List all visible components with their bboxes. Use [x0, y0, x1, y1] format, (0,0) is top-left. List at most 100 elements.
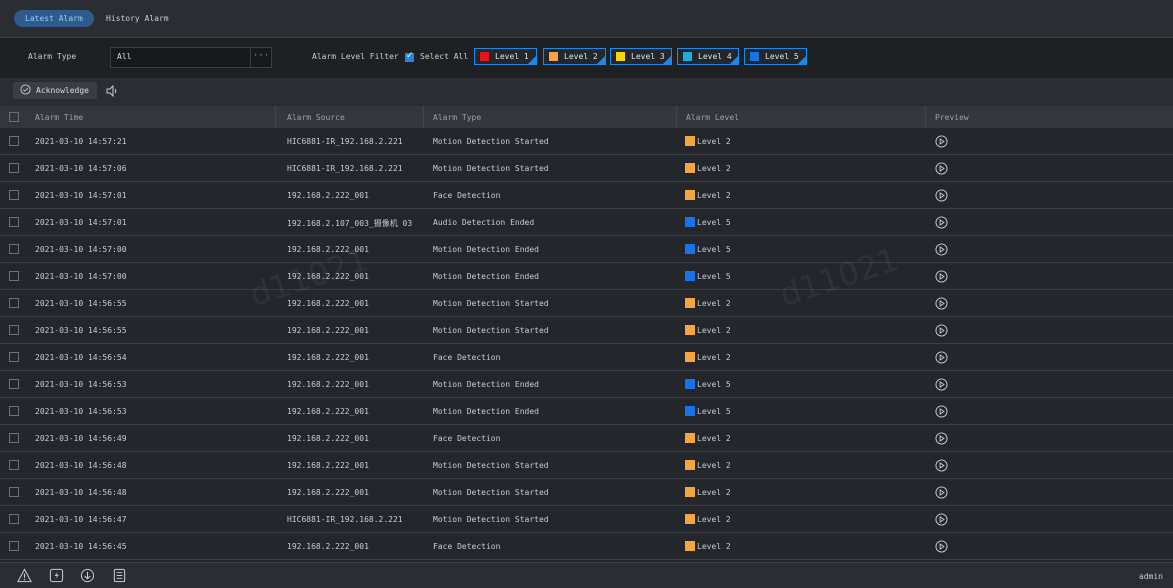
preview-icon[interactable]	[935, 540, 948, 553]
preview-icon[interactable]	[935, 432, 948, 445]
level-3-toggle[interactable]: Level 3	[610, 48, 672, 65]
alarm-time-cell: 2021-03-10 14:57:00	[35, 272, 127, 281]
alarm-type-cell: Face Detection	[433, 542, 501, 551]
level-4-toggle[interactable]: Level 4	[677, 48, 739, 65]
warning-icon[interactable]	[17, 568, 32, 583]
level-2-toggle[interactable]: Level 2	[543, 48, 606, 65]
row-checkbox[interactable]	[9, 460, 19, 470]
row-checkbox[interactable]	[9, 163, 19, 173]
preview-icon[interactable]	[935, 270, 948, 283]
preview-icon[interactable]	[935, 189, 948, 202]
column-preview[interactable]: Preview	[935, 113, 969, 122]
preview-icon[interactable]	[935, 351, 948, 364]
preview-icon[interactable]	[935, 405, 948, 418]
row-checkbox[interactable]	[9, 487, 19, 497]
table-row[interactable]: 2021-03-10 14:56:55 192.168.2.222_001 Moti…	[0, 290, 1173, 317]
column-alarm-type[interactable]: Alarm Type	[433, 113, 481, 122]
row-checkbox[interactable]	[9, 433, 19, 443]
table-row[interactable]: 2021-03-10 14:57:06 HIC6881-IR_192.168.2.…	[0, 155, 1173, 182]
row-checkbox[interactable]	[9, 190, 19, 200]
row-checkbox[interactable]	[9, 541, 19, 551]
table-row[interactable]: 2021-03-10 14:57:01 192.168.2.222_001 Face…	[0, 182, 1173, 209]
row-checkbox[interactable]	[9, 298, 19, 308]
table-row[interactable]: 2021-03-10 14:56:48 192.168.2.222_001 Moti…	[0, 479, 1173, 506]
alarm-time-cell: 2021-03-10 14:56:45	[35, 542, 127, 551]
alarm-time-cell: 2021-03-10 14:56:55	[35, 299, 127, 308]
alarm-table-header: Alarm Time Alarm Source Alarm Type Alarm…	[0, 106, 1173, 128]
table-row[interactable]: 2021-03-10 14:56:53 192.168.2.222_001 Moti…	[0, 371, 1173, 398]
row-checkbox[interactable]	[9, 352, 19, 362]
import-icon[interactable]	[49, 568, 64, 583]
alarm-level-cell: Level 5	[697, 272, 731, 281]
alarm-type-label: Alarm Type	[28, 52, 77, 61]
alarm-level-cell: Level 2	[697, 434, 731, 443]
preview-icon[interactable]	[935, 297, 948, 310]
acknowledge-button[interactable]: Acknowledge	[13, 82, 97, 99]
level-5-toggle[interactable]: Level 5	[744, 48, 807, 65]
alarm-level-swatch	[685, 136, 695, 146]
row-checkbox[interactable]	[9, 379, 19, 389]
level-4-swatch	[683, 52, 692, 61]
preview-icon[interactable]	[935, 459, 948, 472]
column-divider	[925, 106, 926, 128]
row-checkbox[interactable]	[9, 514, 19, 524]
table-row[interactable]: 2021-03-10 14:57:21 HIC6881-IR_192.168.2.…	[0, 128, 1173, 155]
table-row[interactable]: 2021-03-10 14:56:45 192.168.2.222_001 Face…	[0, 533, 1173, 560]
preview-icon[interactable]	[935, 162, 948, 175]
row-checkbox[interactable]	[9, 271, 19, 281]
row-checkbox[interactable]	[9, 406, 19, 416]
alarm-level-swatch	[685, 406, 695, 416]
preview-icon[interactable]	[935, 243, 948, 256]
level-2-label: Level 2	[564, 52, 598, 61]
table-row[interactable]: 2021-03-10 14:56:55 192.168.2.222_001 Moti…	[0, 317, 1173, 344]
preview-icon[interactable]	[935, 486, 948, 499]
alarm-source-cell: 192.168.2.222_001	[287, 407, 369, 416]
table-row[interactable]: 2021-03-10 14:56:48 192.168.2.222_001 Moti…	[0, 452, 1173, 479]
row-checkbox[interactable]	[9, 325, 19, 335]
alarm-type-field[interactable]: All ···	[110, 47, 272, 68]
alarm-level-swatch	[685, 163, 695, 173]
table-row[interactable]: 2021-03-10 14:56:49 192.168.2.222_001 Face…	[0, 425, 1173, 452]
column-alarm-level[interactable]: Alarm Level	[686, 113, 739, 122]
preview-icon[interactable]	[935, 135, 948, 148]
preview-icon[interactable]	[935, 378, 948, 391]
header-select-all-checkbox[interactable]	[9, 112, 19, 122]
tab-latest-alarm[interactable]: Latest Alarm	[14, 10, 94, 27]
level-5-swatch	[750, 52, 759, 61]
alarm-level-cell: Level 2	[697, 488, 731, 497]
column-alarm-source[interactable]: Alarm Source	[287, 113, 345, 122]
list-icon[interactable]	[112, 568, 127, 583]
table-row[interactable]: 2021-03-10 14:56:53 192.168.2.222_001 Moti…	[0, 398, 1173, 425]
alarm-level-swatch	[685, 325, 695, 335]
table-row[interactable]: 2021-03-10 14:57:00 192.168.2.222_001 Moti…	[0, 263, 1173, 290]
row-checkbox[interactable]	[9, 244, 19, 254]
column-alarm-time[interactable]: Alarm Time	[35, 113, 83, 122]
table-row[interactable]: 2021-03-10 14:56:47 HIC6881-IR_192.168.2.…	[0, 506, 1173, 533]
alarm-type-more-button[interactable]: ···	[250, 48, 271, 67]
alarm-time-cell: 2021-03-10 14:57:01	[35, 218, 127, 227]
alarm-type-cell: Audio Detection Ended	[433, 218, 535, 227]
level-1-toggle[interactable]: Level 1	[474, 48, 537, 65]
table-row[interactable]: 2021-03-10 14:56:54 192.168.2.222_001 Face…	[0, 344, 1173, 371]
preview-icon[interactable]	[935, 324, 948, 337]
select-all-label: Select All	[420, 52, 469, 61]
tab-history-alarm[interactable]: History Alarm	[95, 10, 180, 27]
preview-icon[interactable]	[935, 513, 948, 526]
speaker-icon[interactable]	[105, 84, 119, 98]
download-icon[interactable]	[80, 568, 95, 583]
current-user[interactable]: admin	[1139, 572, 1163, 581]
alarm-source-cell: 192.168.2.222_001	[287, 461, 369, 470]
select-all-checkbox[interactable]	[405, 51, 414, 62]
level-1-check-corner	[528, 56, 536, 64]
row-checkbox[interactable]	[9, 136, 19, 146]
alarm-type-cell: Motion Detection Started	[433, 461, 549, 470]
row-checkbox[interactable]	[9, 217, 19, 227]
alarm-level-cell: Level 2	[697, 515, 731, 524]
table-row[interactable]: 2021-03-10 14:57:00 192.168.2.222_001 Moti…	[0, 236, 1173, 263]
alarm-level-cell: Level 2	[697, 191, 731, 200]
alarm-level-cell: Level 2	[697, 542, 731, 551]
alarm-type-cell: Motion Detection Started	[433, 515, 549, 524]
alarm-time-cell: 2021-03-10 14:56:54	[35, 353, 127, 362]
table-row[interactable]: 2021-03-10 14:57:01 192.168.2.107_003_摄像机…	[0, 209, 1173, 236]
preview-icon[interactable]	[935, 216, 948, 229]
